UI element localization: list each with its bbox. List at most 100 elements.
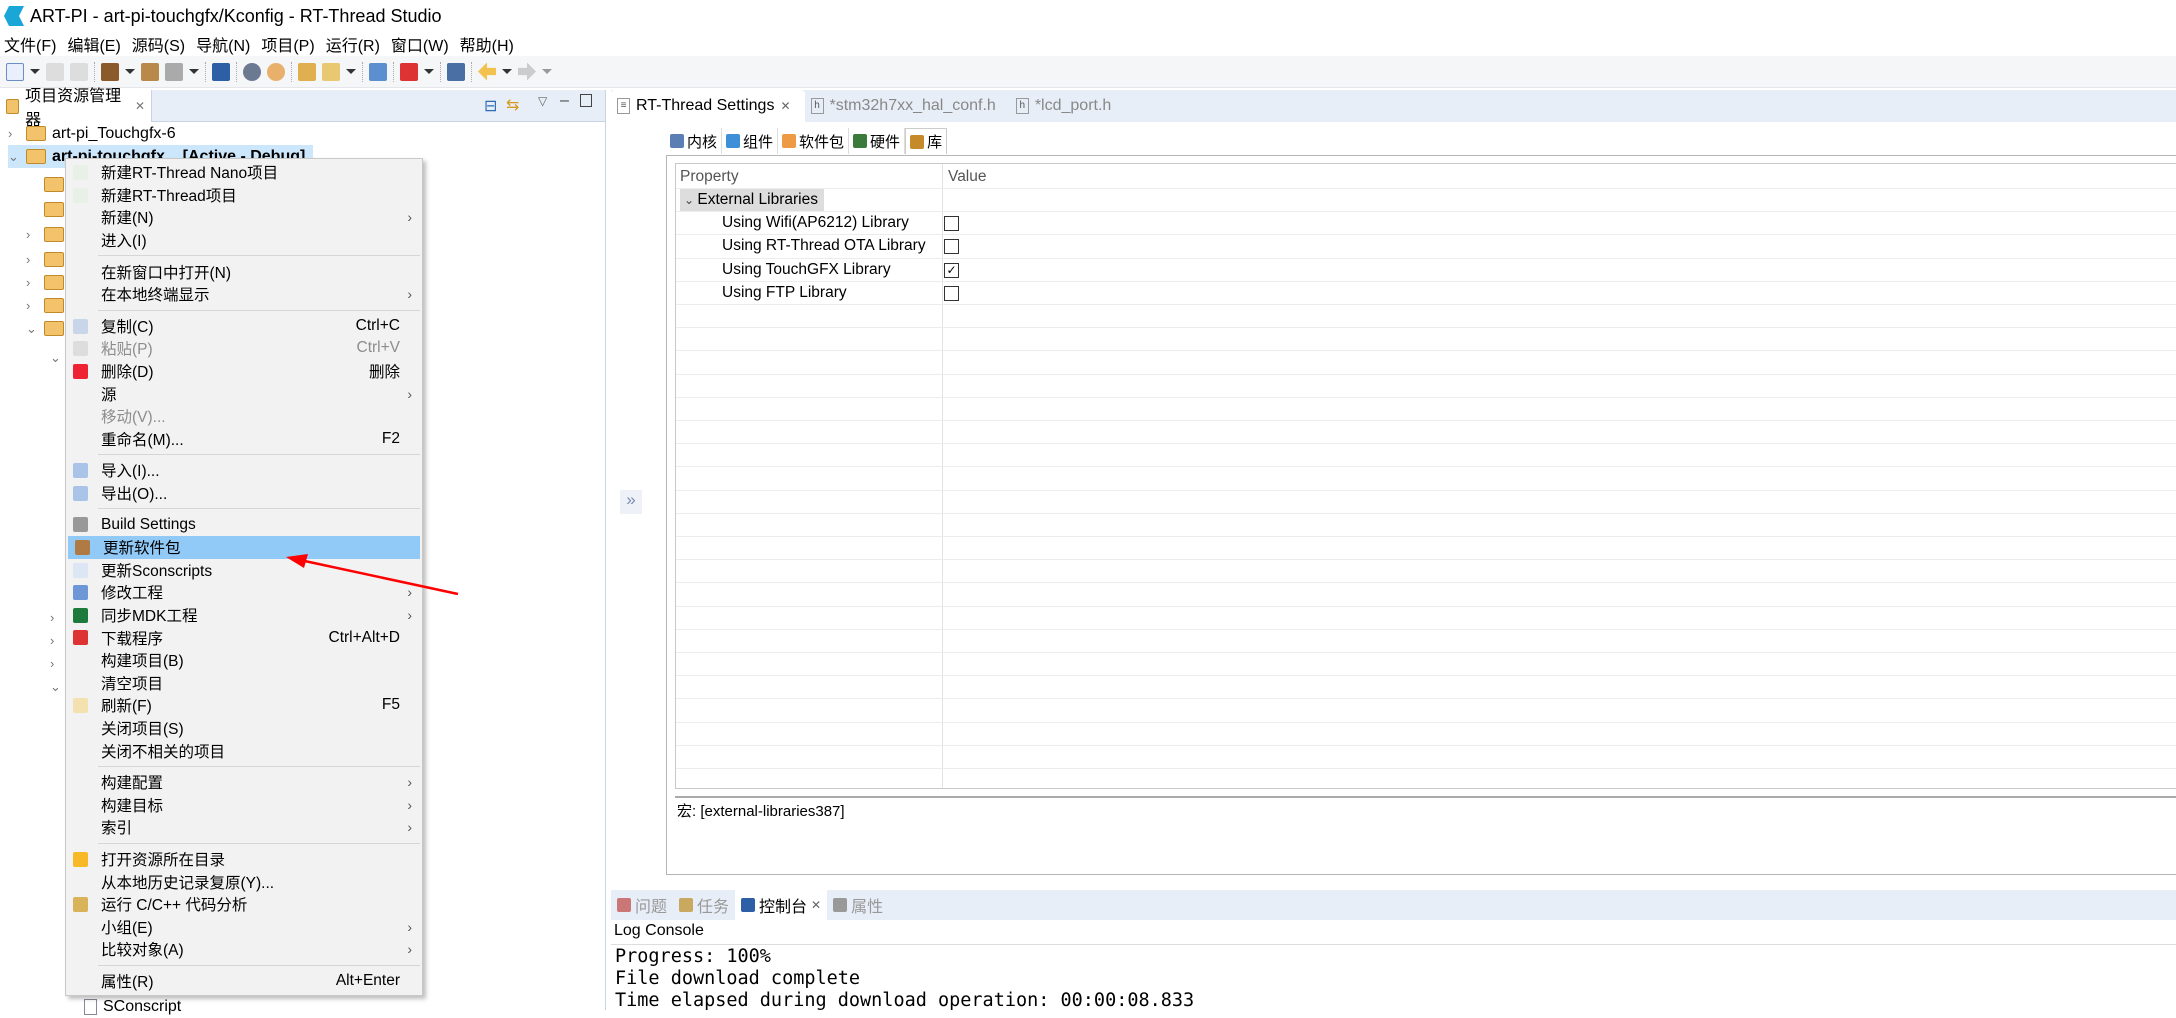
- checkbox[interactable]: [944, 239, 959, 255]
- context-menu-item[interactable]: 属性(R) Alt+Enter: [66, 970, 422, 993]
- terminal-icon[interactable]: [212, 62, 230, 81]
- menu-4[interactable]: 项目(P): [257, 32, 321, 56]
- context-menu-item[interactable]: 移动(V)...: [66, 405, 422, 428]
- save-icon[interactable]: [46, 62, 64, 81]
- context-menu-item[interactable]: 索引 ›: [66, 816, 422, 839]
- context-menu-item[interactable]: 从本地历史记录复原(Y)...: [66, 870, 422, 893]
- tree-item[interactable]: ›: [26, 271, 64, 294]
- tree-item[interactable]: [26, 173, 64, 196]
- context-menu-item[interactable]: 构建配置 ›: [66, 771, 422, 794]
- context-menu-item[interactable]: 进入(I): [66, 229, 422, 252]
- close-icon[interactable]: ✕: [780, 99, 790, 113]
- expand-icon[interactable]: ›: [26, 298, 40, 313]
- context-menu-item[interactable]: 源 ›: [66, 382, 422, 405]
- context-menu-item[interactable]: 运行 C/C++ 代码分析: [66, 893, 422, 916]
- context-menu-item[interactable]: 导出(O)...: [66, 482, 422, 505]
- new-icon[interactable]: [6, 62, 24, 81]
- expand-icon[interactable]: ›: [50, 610, 64, 625]
- editor-tab[interactable]: h *stm32h7xx_hal_conf.h: [805, 90, 1010, 122]
- menu-2[interactable]: 源码(S): [128, 32, 192, 56]
- forward-icon[interactable]: [518, 62, 536, 81]
- context-menu-item[interactable]: 新建RT-Thread项目: [66, 184, 422, 207]
- debug-icon[interactable]: [267, 62, 285, 81]
- minimize-icon[interactable]: –: [560, 92, 569, 110]
- expand-icon[interactable]: ⌄: [26, 321, 40, 337]
- open-project-icon[interactable]: [298, 62, 316, 81]
- context-menu-item[interactable]: 重命名(M)... F2: [66, 428, 422, 451]
- expand-icon[interactable]: ›: [26, 275, 40, 290]
- subtab[interactable]: 硬件: [849, 128, 906, 154]
- restore-panel-button[interactable]: »: [620, 490, 642, 514]
- group-row[interactable]: ⌄ External Libraries: [676, 189, 2176, 213]
- subtab[interactable]: 内核: [666, 128, 723, 154]
- context-menu-item[interactable]: 在本地终端显示 ›: [66, 283, 422, 306]
- expand-icon[interactable]: ›: [26, 252, 40, 267]
- wrench-icon[interactable]: [165, 62, 183, 81]
- run-icon[interactable]: [322, 62, 340, 81]
- context-menu-item[interactable]: 刷新(F) F5: [66, 694, 422, 717]
- context-menu-item[interactable]: 粘贴(P) Ctrl+V: [66, 337, 422, 360]
- context-menu-item[interactable]: 复制(C) Ctrl+C: [66, 315, 422, 338]
- context-menu-item[interactable]: 小组(E) ›: [66, 915, 422, 938]
- subtab[interactable]: 组件: [722, 128, 779, 154]
- tree-item-project[interactable]: › art-pi_Touchgfx-6: [8, 122, 176, 145]
- bottom-tab[interactable]: 属性: [827, 890, 889, 920]
- menu-7[interactable]: 帮助(H): [456, 32, 521, 56]
- context-menu-item[interactable]: 清空项目: [66, 671, 422, 694]
- menu-5[interactable]: 运行(R): [322, 32, 387, 56]
- context-menu-item[interactable]: 打开资源所在目录: [66, 848, 422, 871]
- expand-icon[interactable]: ›: [50, 656, 64, 671]
- menu-1[interactable]: 编辑(E): [63, 32, 127, 56]
- tree-item[interactable]: ›: [26, 248, 64, 271]
- collapse-icon[interactable]: ⌄: [684, 193, 697, 207]
- maximize-icon[interactable]: [580, 94, 592, 107]
- context-menu-item[interactable]: 删除(D) 删除: [66, 360, 422, 383]
- editor-tab[interactable]: ≡ RT-Thread Settings ✕: [611, 90, 805, 122]
- settings-icon[interactable]: [243, 62, 261, 81]
- collapse-icon[interactable]: ⌄: [8, 149, 22, 165]
- context-menu-item[interactable]: 导入(I)...: [66, 459, 422, 482]
- bottom-tab[interactable]: 问题: [611, 890, 673, 920]
- context-menu-item[interactable]: 在新窗口中打开(N): [66, 260, 422, 283]
- rebuild-icon[interactable]: [141, 62, 159, 81]
- context-menu-item[interactable]: 关闭不相关的项目: [66, 739, 422, 762]
- tree-item[interactable]: ⌄: [26, 317, 64, 340]
- book-icon[interactable]: [369, 62, 387, 81]
- checkbox[interactable]: ✓: [944, 262, 959, 278]
- menu-3[interactable]: 导航(N): [192, 32, 257, 56]
- link-editor-icon[interactable]: ⇆: [506, 95, 519, 115]
- editor-tab[interactable]: h *lcd_port.h: [1010, 90, 1126, 122]
- context-menu-item[interactable]: 构建项目(B): [66, 649, 422, 672]
- menu-6[interactable]: 窗口(W): [387, 32, 456, 56]
- subtab[interactable]: 库: [905, 128, 948, 154]
- expand-icon[interactable]: ⌄: [50, 679, 64, 695]
- checkbox[interactable]: [944, 285, 959, 301]
- view-menu-icon[interactable]: ▽: [538, 94, 547, 108]
- bottom-tab[interactable]: 任务: [673, 890, 735, 920]
- checkbox[interactable]: [944, 216, 959, 232]
- expand-icon[interactable]: ›: [50, 633, 64, 648]
- context-menu-item[interactable]: 构建目标 ›: [66, 793, 422, 816]
- subtab[interactable]: 软件包: [778, 128, 850, 154]
- expand-icon[interactable]: ›: [26, 227, 40, 242]
- collapse-all-icon[interactable]: ⊟: [484, 96, 497, 116]
- tree-item-file[interactable]: SConscript: [84, 995, 181, 1018]
- close-icon[interactable]: ✕: [135, 99, 145, 113]
- back-icon[interactable]: [478, 62, 496, 81]
- context-menu-item[interactable]: 新建RT-Thread Nano项目: [66, 161, 422, 184]
- context-menu-item[interactable]: Build Settings: [66, 513, 422, 536]
- expand-icon[interactable]: ⌄: [50, 350, 64, 366]
- build-icon[interactable]: [101, 62, 119, 81]
- context-menu-item[interactable]: 新建(N) ›: [66, 206, 422, 229]
- context-menu-item[interactable]: 关闭项目(S): [66, 717, 422, 740]
- tree-item[interactable]: [26, 198, 64, 221]
- tab-project-explorer[interactable]: 项目资源管理器 ✕: [0, 88, 152, 129]
- dropdown-icon[interactable]: [30, 69, 40, 74]
- bottom-tab[interactable]: 控制台 ✕: [735, 890, 828, 920]
- panel-icon[interactable]: [447, 62, 465, 81]
- close-icon[interactable]: ✕: [811, 898, 821, 912]
- expand-icon[interactable]: ›: [8, 126, 22, 141]
- context-menu-item[interactable]: 下载程序 Ctrl+Alt+D: [66, 626, 422, 649]
- tree-item[interactable]: ›: [26, 223, 64, 246]
- tree-item[interactable]: ›: [26, 294, 64, 317]
